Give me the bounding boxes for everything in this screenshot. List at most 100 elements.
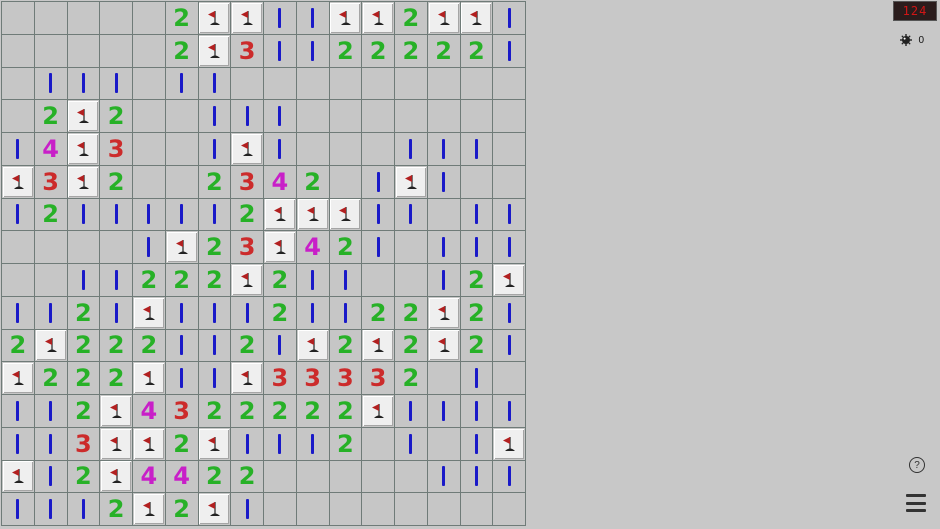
cell-r8-c8[interactable]: 2 <box>264 264 297 297</box>
cell-r10-c14[interactable]: 2 <box>460 329 494 363</box>
cell-r6-c4[interactable] <box>133 198 166 232</box>
cell-r4-c14[interactable] <box>460 133 494 166</box>
cell-r15-c15[interactable] <box>493 493 526 526</box>
cell-r4-c3[interactable]: 3 <box>100 133 133 166</box>
cell-r6-c3[interactable] <box>100 198 133 232</box>
cell-r8-c13[interactable] <box>427 264 461 297</box>
cell-r7-c6[interactable]: 2 <box>198 231 232 264</box>
cell-r10-c5[interactable] <box>165 329 199 363</box>
cell-r11-c11[interactable]: 3 <box>362 362 395 395</box>
cell-r15-c13[interactable] <box>427 493 461 526</box>
cell-r7-c13[interactable] <box>427 231 461 264</box>
cell-r3-c2[interactable] <box>67 100 101 133</box>
cell-r1-c2[interactable] <box>67 34 101 68</box>
cell-r10-c1[interactable] <box>34 329 68 363</box>
cell-r2-c15[interactable] <box>493 67 526 101</box>
cell-r8-c11[interactable] <box>362 264 395 297</box>
cell-r10-c6[interactable] <box>198 329 232 363</box>
cell-r2-c3[interactable] <box>100 67 133 101</box>
cell-r10-c9[interactable] <box>296 329 330 363</box>
cell-r5-c4[interactable] <box>133 165 166 199</box>
cell-r10-c13[interactable] <box>427 329 461 363</box>
cell-r7-c8[interactable] <box>264 231 297 264</box>
cell-r5-c0[interactable] <box>2 165 35 199</box>
cell-r1-c4[interactable] <box>133 34 166 68</box>
cell-r11-c15[interactable] <box>493 362 526 395</box>
cell-r0-c11[interactable] <box>362 2 395 35</box>
cell-r7-c3[interactable] <box>100 231 133 264</box>
cell-r0-c1[interactable] <box>34 2 68 35</box>
cell-r7-c11[interactable] <box>362 231 395 264</box>
cell-r1-c13[interactable]: 2 <box>427 34 461 68</box>
cell-r0-c10[interactable] <box>329 2 363 35</box>
cell-r9-c1[interactable] <box>34 296 68 330</box>
cell-r9-c13[interactable] <box>427 296 461 330</box>
cell-r10-c8[interactable] <box>264 329 297 363</box>
cell-r10-c2[interactable]: 2 <box>67 329 101 363</box>
cell-r2-c5[interactable] <box>165 67 199 101</box>
cell-r9-c7[interactable] <box>231 296 264 330</box>
cell-r0-c2[interactable] <box>67 2 101 35</box>
cell-r13-c6[interactable] <box>198 427 232 461</box>
cell-r14-c3[interactable] <box>100 460 133 494</box>
cell-r13-c7[interactable] <box>231 427 264 461</box>
cell-r3-c7[interactable] <box>231 100 264 133</box>
cell-r1-c6[interactable] <box>198 34 232 68</box>
cell-r10-c15[interactable] <box>493 329 526 363</box>
cell-r13-c8[interactable] <box>264 427 297 461</box>
cell-r6-c11[interactable] <box>362 198 395 232</box>
cell-r5-c8[interactable]: 4 <box>264 165 297 199</box>
cell-r3-c9[interactable] <box>296 100 330 133</box>
cell-r13-c13[interactable] <box>427 427 461 461</box>
cell-r12-c2[interactable]: 2 <box>67 395 101 428</box>
cell-r4-c8[interactable] <box>264 133 297 166</box>
cell-r6-c9[interactable] <box>296 198 330 232</box>
cell-r13-c15[interactable] <box>493 427 526 461</box>
cell-r13-c11[interactable] <box>362 427 395 461</box>
cell-r12-c13[interactable] <box>427 395 461 428</box>
cell-r10-c11[interactable] <box>362 329 395 363</box>
cell-r12-c1[interactable] <box>34 395 68 428</box>
cell-r13-c3[interactable] <box>100 427 133 461</box>
cell-r6-c6[interactable] <box>198 198 232 232</box>
cell-r7-c12[interactable] <box>395 231 428 264</box>
cell-r15-c4[interactable] <box>133 493 166 526</box>
cell-r2-c10[interactable] <box>329 67 363 101</box>
cell-r4-c0[interactable] <box>2 133 35 166</box>
cell-r15-c12[interactable] <box>395 493 428 526</box>
cell-r11-c1[interactable]: 2 <box>34 362 68 395</box>
cell-r2-c12[interactable] <box>395 67 428 101</box>
cell-r10-c3[interactable]: 2 <box>100 329 133 363</box>
cell-r11-c3[interactable]: 2 <box>100 362 133 395</box>
cell-r3-c8[interactable] <box>264 100 297 133</box>
cell-r8-c9[interactable] <box>296 264 330 297</box>
cell-r13-c5[interactable]: 2 <box>165 427 199 461</box>
cell-r8-c14[interactable]: 2 <box>460 264 494 297</box>
cell-r9-c15[interactable] <box>493 296 526 330</box>
cell-r14-c5[interactable]: 4 <box>165 460 199 494</box>
cell-r2-c13[interactable] <box>427 67 461 101</box>
cell-r9-c4[interactable] <box>133 296 166 330</box>
cell-r9-c8[interactable]: 2 <box>264 296 297 330</box>
cell-r12-c11[interactable] <box>362 395 395 428</box>
cell-r14-c13[interactable] <box>427 460 461 494</box>
cell-r1-c9[interactable] <box>296 34 330 68</box>
cell-r6-c0[interactable] <box>2 198 35 232</box>
cell-r5-c6[interactable]: 2 <box>198 165 232 199</box>
cell-r7-c7[interactable]: 3 <box>231 231 264 264</box>
cell-r4-c9[interactable] <box>296 133 330 166</box>
cell-r0-c12[interactable]: 2 <box>395 2 428 35</box>
cell-r2-c11[interactable] <box>362 67 395 101</box>
cell-r1-c1[interactable] <box>34 34 68 68</box>
cell-r11-c13[interactable] <box>427 362 461 395</box>
cell-r7-c5[interactable] <box>165 231 199 264</box>
help-icon[interactable]: ? <box>909 457 925 473</box>
cell-r3-c12[interactable] <box>395 100 428 133</box>
cell-r4-c15[interactable] <box>493 133 526 166</box>
cell-r5-c5[interactable] <box>165 165 199 199</box>
cell-r14-c4[interactable]: 4 <box>133 460 166 494</box>
cell-r2-c8[interactable] <box>264 67 297 101</box>
cell-r9-c3[interactable] <box>100 296 133 330</box>
cell-r15-c1[interactable] <box>34 493 68 526</box>
cell-r9-c11[interactable]: 2 <box>362 296 395 330</box>
